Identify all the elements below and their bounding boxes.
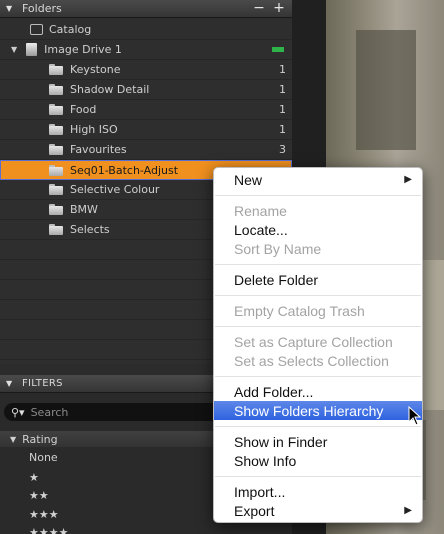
menu-show-hierarchy[interactable]: Show Folders Hierarchy	[214, 401, 422, 420]
rating-none[interactable]: None	[29, 451, 58, 464]
menu-delete-folder[interactable]: Delete Folder	[214, 270, 422, 289]
folder-row[interactable]: Keystone 1	[0, 60, 292, 80]
menu-separator	[215, 264, 421, 265]
folder-label: Favourites	[70, 143, 127, 156]
rating-collapse-icon[interactable]: ▼	[10, 435, 16, 444]
folder-icon	[49, 104, 63, 115]
submenu-arrow-icon: ▶	[404, 505, 412, 516]
menu-set-capture[interactable]: Set as Capture Collection	[214, 332, 422, 351]
folder-count: 1	[279, 63, 286, 76]
folder-icon	[49, 164, 63, 176]
menu-new-label: New	[234, 171, 263, 188]
folder-icon	[49, 204, 63, 215]
folder-row[interactable]: Favourites 3	[0, 140, 292, 160]
menu-import[interactable]: Import...	[214, 482, 422, 501]
menu-locate[interactable]: Locate...	[214, 220, 422, 239]
search-input[interactable]: Search	[31, 406, 69, 419]
menu-separator	[215, 426, 421, 427]
folder-label: Keystone	[70, 63, 121, 76]
catalog-row[interactable]: Catalog	[0, 20, 292, 40]
folder-label: High ISO	[70, 123, 118, 136]
folder-row[interactable]: Shadow Detail 1	[0, 80, 292, 100]
folder-label: BMW	[70, 203, 98, 216]
rating-1-star[interactable]: ★	[29, 471, 39, 484]
folder-label: Seq01-Batch-Adjust	[70, 163, 179, 177]
folder-row[interactable]: Food 1	[0, 100, 292, 120]
rating-title: Rating	[22, 432, 58, 446]
folder-icon	[49, 84, 63, 95]
menu-separator	[215, 326, 421, 327]
folder-label: Shadow Detail	[70, 83, 150, 96]
menu-empty-trash[interactable]: Empty Catalog Trash	[214, 301, 422, 320]
folder-label: Selects	[70, 223, 110, 236]
menu-separator	[215, 195, 421, 196]
menu-separator	[215, 295, 421, 296]
folder-icon	[49, 184, 63, 195]
rating-4-stars[interactable]: ★★★★	[29, 526, 68, 534]
menu-separator	[215, 476, 421, 477]
folder-icon	[49, 64, 63, 75]
add-folder-button[interactable]: +	[270, 0, 288, 18]
drive-label: Image Drive 1	[44, 43, 122, 56]
menu-separator	[215, 376, 421, 377]
rating-2-stars[interactable]: ★★	[29, 489, 49, 502]
folder-label: Food	[70, 103, 97, 116]
folder-label: Selective Colour	[70, 183, 160, 196]
catalog-label: Catalog	[49, 23, 92, 36]
folder-icon	[49, 144, 63, 155]
menu-show-info[interactable]: Show Info	[214, 451, 422, 470]
folder-count: 1	[279, 103, 286, 116]
submenu-arrow-icon: ▶	[404, 174, 412, 185]
search-icon[interactable]: ⚲▾	[11, 406, 25, 419]
mouse-pointer-icon	[408, 406, 422, 426]
folders-title: Folders	[22, 2, 62, 15]
folder-icon	[49, 224, 63, 235]
menu-export-label: Export	[234, 502, 275, 519]
menu-add-folder[interactable]: Add Folder...	[214, 382, 422, 401]
collapse-triangle-icon[interactable]: ▼	[6, 4, 16, 13]
filters-title: FILTERS	[22, 378, 63, 389]
collapse-triangle-icon[interactable]: ▼	[6, 379, 16, 388]
drive-expand-icon[interactable]: ▼	[11, 45, 17, 54]
drive-icon	[26, 43, 38, 56]
catalog-icon	[30, 24, 43, 35]
folder-row[interactable]: High ISO 1	[0, 120, 292, 140]
folder-count: 1	[279, 123, 286, 136]
folders-header[interactable]: ▼ Folders − +	[0, 0, 292, 18]
folder-icon	[49, 124, 63, 135]
context-menu: New ▶ Rename Locate... Sort By Name Dele…	[213, 167, 423, 523]
remove-folder-button[interactable]: −	[250, 0, 268, 18]
drive-status-indicator	[272, 47, 284, 52]
folder-count: 1	[279, 83, 286, 96]
menu-export[interactable]: Export ▶	[214, 501, 422, 520]
menu-show-finder[interactable]: Show in Finder	[214, 432, 422, 451]
rating-3-stars[interactable]: ★★★	[29, 508, 59, 521]
menu-rename[interactable]: Rename	[214, 201, 422, 220]
drive-row[interactable]: ▼ Image Drive 1	[0, 40, 292, 60]
menu-set-selects[interactable]: Set as Selects Collection	[214, 351, 422, 370]
folder-count: 3	[279, 143, 286, 156]
menu-sort-by-name[interactable]: Sort By Name	[214, 239, 422, 258]
menu-new[interactable]: New ▶	[214, 170, 422, 189]
